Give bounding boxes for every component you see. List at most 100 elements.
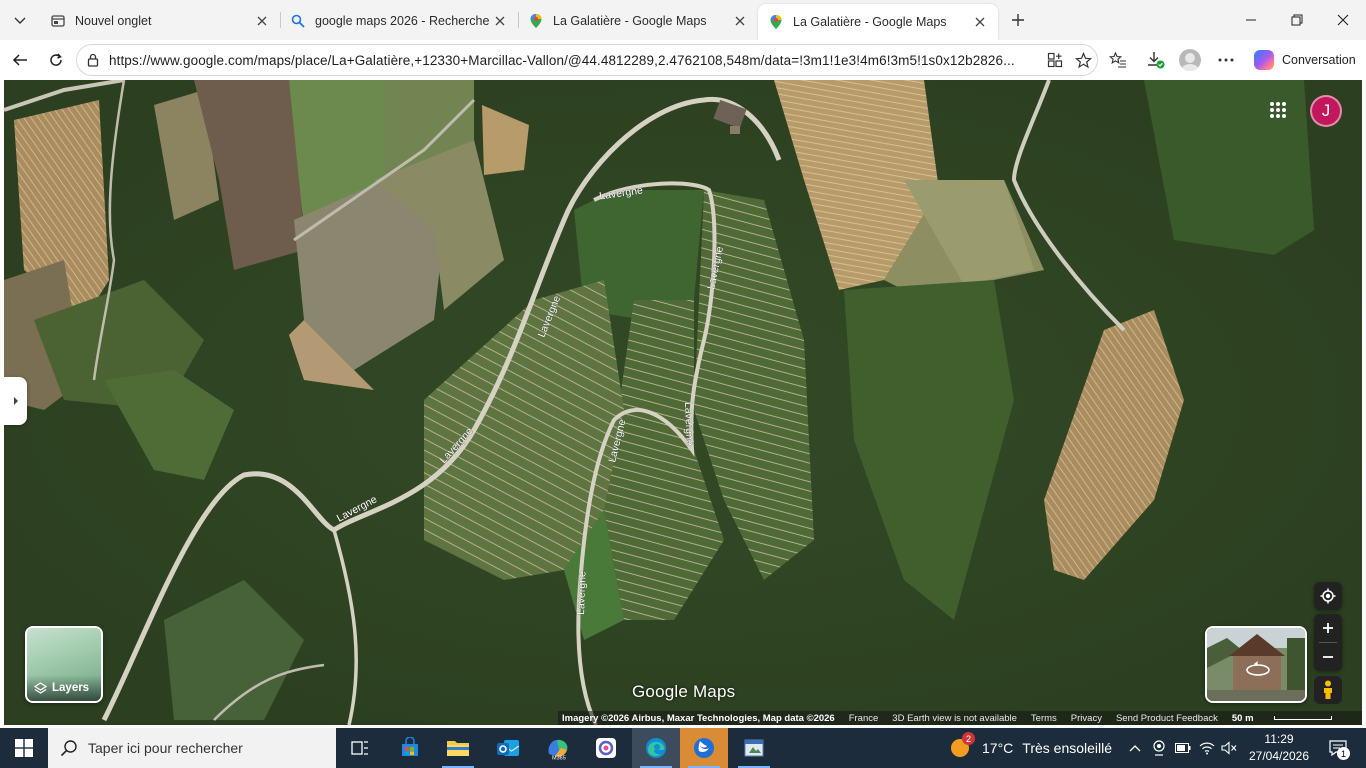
refresh-button[interactable] bbox=[42, 46, 70, 74]
copilot-conversation-button[interactable]: Conversation bbox=[1248, 46, 1364, 74]
taskbar-search-placeholder: Taper ici pour rechercher bbox=[88, 740, 243, 756]
tab-maps-1[interactable]: La Galatière - Google Maps bbox=[518, 6, 758, 36]
webcam-icon bbox=[1153, 740, 1165, 756]
weather-description: Très ensoleillé bbox=[1022, 740, 1113, 756]
road-label: Lavergne bbox=[682, 402, 696, 446]
close-icon[interactable] bbox=[254, 13, 270, 29]
taskbar-paint[interactable] bbox=[730, 728, 778, 768]
minimize-button[interactable] bbox=[1228, 0, 1274, 40]
street-view-thumbnail[interactable] bbox=[1205, 626, 1307, 703]
map-attribution-bar: Imagery ©2026 Airbus, Maxar Technologies… bbox=[558, 711, 1362, 725]
close-icon[interactable] bbox=[972, 14, 988, 30]
browser-toolbar: https://www.google.com/maps/place/La+Gal… bbox=[0, 40, 1366, 80]
close-icon[interactable] bbox=[732, 13, 748, 29]
copilot-icon bbox=[1254, 50, 1274, 70]
google-apps-button[interactable] bbox=[1264, 96, 1292, 124]
task-view-button[interactable] bbox=[336, 728, 384, 768]
task-view-icon bbox=[351, 741, 368, 755]
apps-grid-icon bbox=[1270, 102, 1286, 118]
app-available-icon[interactable] bbox=[1041, 52, 1069, 68]
zoom-controls bbox=[1314, 614, 1342, 671]
maps-pin-icon bbox=[768, 14, 784, 30]
settings-more-button[interactable] bbox=[1212, 46, 1240, 74]
layers-button[interactable]: Layers bbox=[25, 626, 103, 703]
tab-new-tab[interactable]: Nouvel onglet bbox=[40, 6, 280, 36]
street-view-pegman-button[interactable] bbox=[1314, 676, 1342, 704]
weather-widget[interactable]: 2 17°C Très ensoleillé bbox=[948, 728, 1112, 768]
zoom-in-button[interactable] bbox=[1314, 614, 1342, 642]
close-icon[interactable] bbox=[492, 13, 508, 29]
country-label[interactable]: France bbox=[849, 713, 879, 724]
copilot-label: Conversation bbox=[1282, 53, 1356, 67]
profile-button[interactable] bbox=[1176, 46, 1204, 74]
google-maps-logo: Google Maps bbox=[632, 682, 736, 701]
favorites-button[interactable] bbox=[1104, 46, 1132, 74]
taskbar-file-explorer[interactable] bbox=[434, 728, 482, 768]
tray-network[interactable] bbox=[1196, 728, 1218, 768]
tray-volume[interactable] bbox=[1218, 728, 1240, 768]
maps-pin-icon bbox=[528, 13, 544, 29]
taskbar-m365[interactable]: M365 bbox=[534, 728, 582, 768]
svg-text:M365: M365 bbox=[552, 756, 566, 761]
tab-strip: Nouvel onglet google maps 2026 - Recherc… bbox=[0, 0, 1366, 40]
my-location-button[interactable] bbox=[1314, 582, 1342, 610]
close-window-button[interactable] bbox=[1320, 0, 1366, 40]
back-arrow-icon bbox=[12, 54, 27, 66]
clock-time: 11:29 bbox=[1264, 732, 1294, 746]
expand-side-panel-button[interactable] bbox=[4, 377, 27, 425]
map-scale[interactable]: 50 m bbox=[1232, 713, 1346, 724]
download-icon bbox=[1148, 52, 1165, 69]
tab-maps-2-active[interactable]: La Galatière - Google Maps bbox=[758, 4, 998, 40]
system-clock[interactable]: 11:29 27/04/2026 bbox=[1244, 730, 1314, 766]
earth-view-notice: 3D Earth view is not available bbox=[892, 712, 1017, 724]
road-label: Lavergne bbox=[575, 571, 589, 615]
zoom-out-button[interactable] bbox=[1314, 643, 1342, 671]
satellite-imagery[interactable]: Lavergne Lavergne Lavergne Lavergne Lave… bbox=[4, 80, 1362, 725]
taskbar-store[interactable] bbox=[386, 728, 434, 768]
minimize-icon bbox=[1246, 19, 1256, 21]
taskbar-copilot-app[interactable] bbox=[582, 728, 630, 768]
taskbar-outlook[interactable] bbox=[484, 728, 532, 768]
restore-button[interactable] bbox=[1274, 0, 1320, 40]
taskbar-search-box[interactable]: Taper ici pour rechercher bbox=[48, 728, 336, 768]
notification-center-button[interactable]: 1 bbox=[1320, 728, 1356, 768]
street-view-preview-image bbox=[1207, 628, 1305, 701]
tab-title: google maps 2026 - Recherche bbox=[315, 14, 490, 28]
chevron-down-icon bbox=[14, 17, 26, 24]
caret-right-icon bbox=[13, 397, 18, 405]
paint-app-icon bbox=[744, 739, 764, 757]
downloads-button[interactable] bbox=[1142, 46, 1170, 74]
favorite-star-icon[interactable] bbox=[1069, 51, 1097, 69]
search-icon bbox=[60, 739, 78, 757]
tab-list-button[interactable] bbox=[6, 6, 34, 34]
taskbar-swift-app[interactable] bbox=[680, 728, 728, 768]
satellite-map[interactable]: Lavergne Lavergne Lavergne Lavergne Lave… bbox=[4, 80, 1362, 725]
tray-camera[interactable] bbox=[1148, 728, 1170, 768]
file-explorer-icon bbox=[447, 741, 469, 756]
privacy-link[interactable]: Privacy bbox=[1071, 713, 1102, 724]
refresh-icon bbox=[50, 53, 62, 66]
tray-battery[interactable] bbox=[1172, 728, 1194, 768]
send-feedback-link[interactable]: Send Product Feedback bbox=[1116, 713, 1218, 724]
m365-icon: M365 bbox=[548, 739, 568, 761]
wifi-icon bbox=[1199, 742, 1215, 755]
more-dots-icon bbox=[1218, 58, 1234, 62]
site-info-icon[interactable] bbox=[77, 53, 109, 67]
chevron-up-icon bbox=[1129, 745, 1141, 752]
layers-label: Layers bbox=[52, 682, 90, 694]
taskbar-edge[interactable] bbox=[632, 728, 680, 768]
terms-link[interactable]: Terms bbox=[1031, 713, 1057, 724]
url-text[interactable]: https://www.google.com/maps/place/La+Gal… bbox=[109, 53, 1041, 68]
notification-count-badge: 1 bbox=[1337, 747, 1350, 760]
restore-icon bbox=[1291, 14, 1303, 26]
account-avatar-button[interactable]: J bbox=[1310, 95, 1342, 127]
windows-logo-icon bbox=[15, 739, 33, 757]
back-button[interactable] bbox=[6, 46, 34, 74]
new-tab-button[interactable] bbox=[1004, 6, 1032, 34]
tab-search[interactable]: google maps 2026 - Recherche bbox=[280, 6, 518, 36]
scale-bar bbox=[1273, 716, 1332, 720]
start-button[interactable] bbox=[0, 728, 48, 768]
battery-icon bbox=[1175, 743, 1191, 753]
show-hidden-icons-button[interactable] bbox=[1124, 728, 1146, 768]
address-bar[interactable]: https://www.google.com/maps/place/La+Gal… bbox=[76, 44, 1098, 76]
